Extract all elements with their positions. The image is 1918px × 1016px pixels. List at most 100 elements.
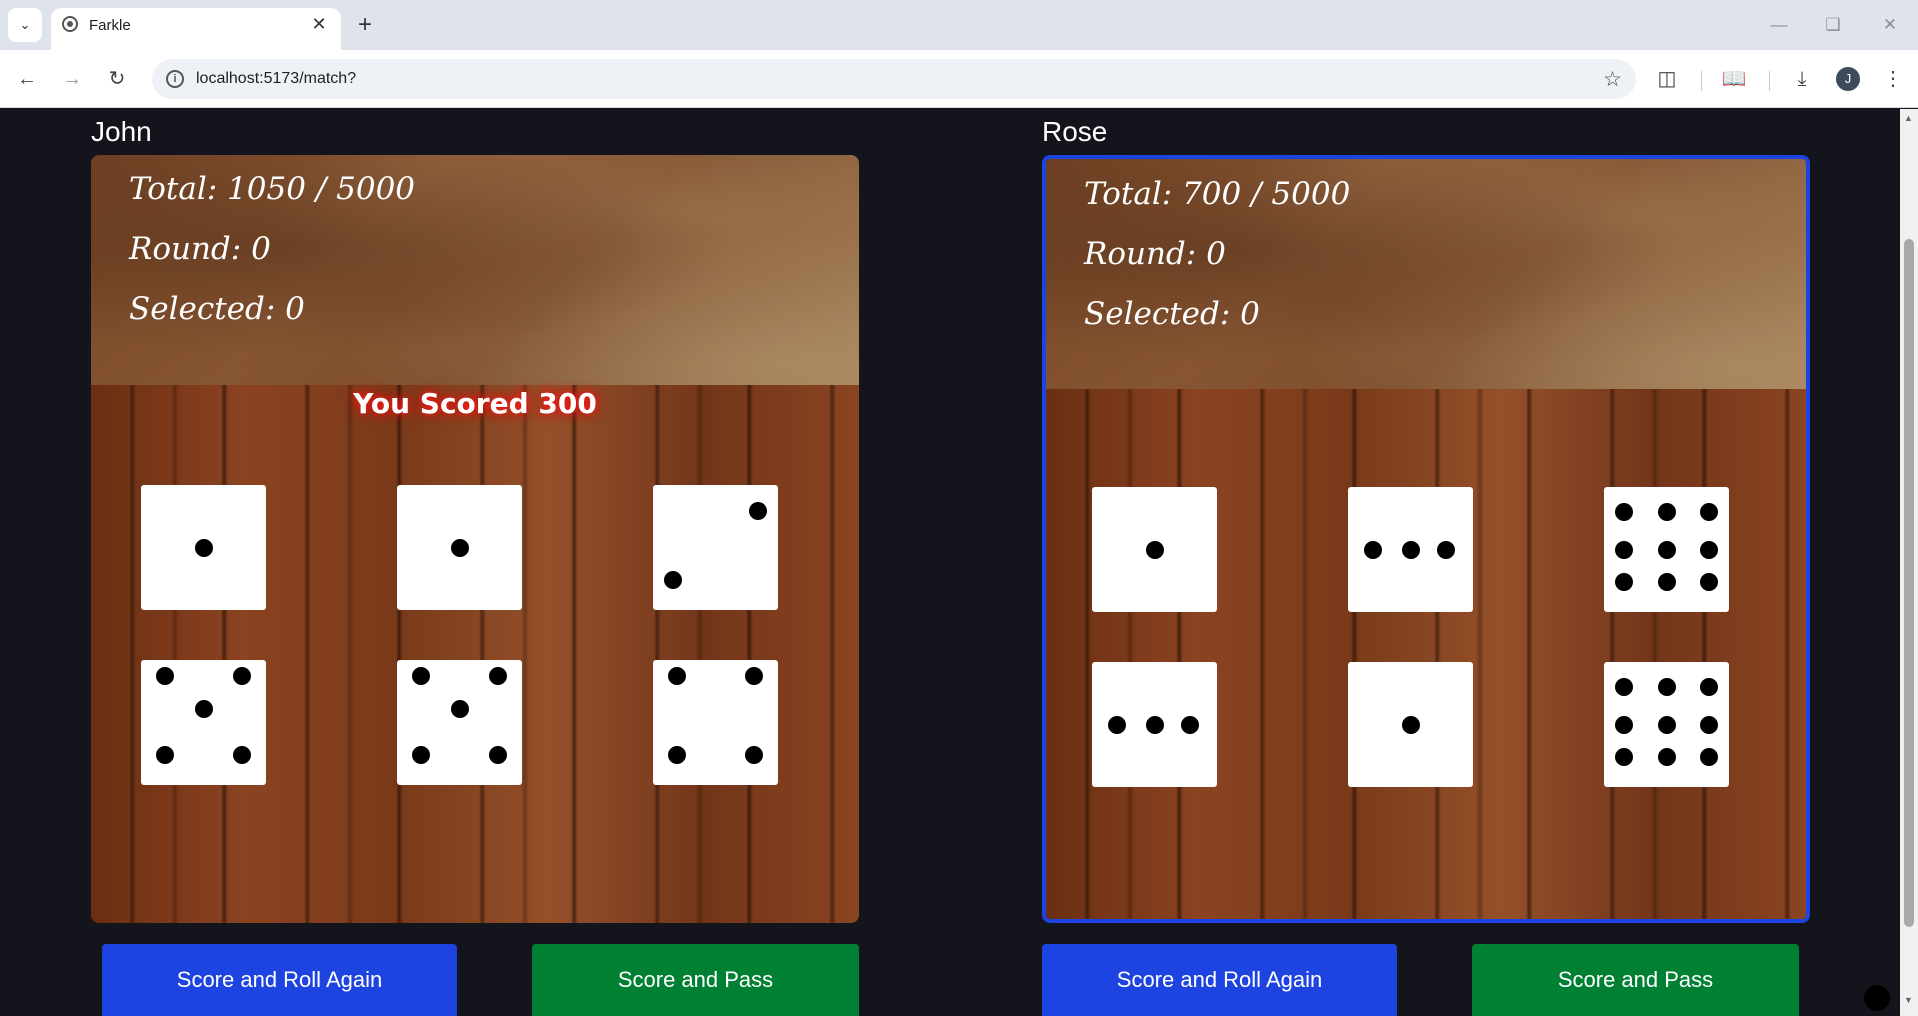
die-pip — [1364, 540, 1382, 559]
die-pip — [1657, 678, 1676, 696]
die-pip — [1436, 540, 1455, 559]
die-pip — [664, 571, 682, 589]
die-pip — [1657, 540, 1676, 559]
die[interactable] — [397, 660, 522, 785]
total-score: Total: 1050 / 5000 — [129, 171, 416, 207]
die-pip — [1401, 715, 1420, 734]
die-pip — [1657, 573, 1676, 591]
scroll-thumb[interactable] — [1904, 239, 1914, 927]
scroll-up-icon[interactable]: ▲ — [1904, 113, 1913, 123]
player-name-rose: Rose — [1042, 116, 1108, 147]
score-message: You Scored 300 — [353, 387, 597, 420]
tab-title: Farkle — [89, 17, 131, 34]
die-pip — [1615, 573, 1633, 591]
die-pip — [489, 667, 508, 686]
close-tab-icon[interactable]: ✕ — [308, 13, 330, 35]
die[interactable] — [1092, 487, 1217, 612]
score-and-pass-button[interactable]: Score and Pass — [1472, 944, 1799, 1016]
die-pip — [450, 538, 469, 557]
score-and-roll-again-button[interactable]: Score and Roll Again — [102, 944, 457, 1016]
chevron-down-icon: ⌄ — [19, 17, 31, 32]
die-pip — [1615, 503, 1633, 521]
die-pip — [1180, 715, 1199, 734]
die[interactable] — [1092, 662, 1217, 787]
die-pip — [1657, 715, 1676, 734]
player-board-john: Total: 1050 / 5000 Round: 0 Selected: 0 … — [91, 155, 859, 923]
new-tab-icon[interactable]: + — [352, 12, 378, 38]
reading-mode-icon[interactable]: 📖 — [1719, 64, 1749, 94]
extensions-icon[interactable]: ◫ — [1652, 64, 1682, 94]
die-pip — [667, 746, 686, 764]
browser-toolbar: ← → ↻ i localhost:5173/match? ☆ ◫ 📖 ⤓ ⋮ — [0, 50, 1918, 108]
restore-icon[interactable]: ❏ — [1820, 12, 1846, 38]
die-pip — [1401, 540, 1420, 559]
favicon-icon — [62, 16, 78, 32]
selected-score: Selected: 0 — [1084, 296, 1260, 332]
avatar[interactable]: J — [1836, 67, 1860, 91]
die-pip — [1145, 540, 1164, 559]
die-pip — [1700, 678, 1718, 696]
die-pip — [1615, 715, 1633, 734]
dice-tray — [1046, 389, 1806, 919]
die-pip — [1615, 748, 1633, 766]
die[interactable] — [1348, 487, 1473, 612]
total-score: Total: 700 / 5000 — [1084, 176, 1351, 212]
page-scrollbar[interactable]: ▲ ▼ — [1900, 109, 1918, 1016]
die-pip — [194, 699, 213, 718]
toolbar-divider — [1701, 71, 1702, 91]
tab-search-button[interactable]: ⌄ — [8, 8, 42, 42]
die[interactable] — [397, 485, 522, 610]
score-and-roll-again-button[interactable]: Score and Roll Again — [1042, 944, 1397, 1016]
reload-icon[interactable]: ↻ — [102, 64, 132, 94]
die-pip — [1700, 715, 1718, 734]
die[interactable] — [1348, 662, 1473, 787]
round-score: Round: 0 — [1084, 236, 1226, 272]
die-pip — [1145, 715, 1164, 734]
die[interactable] — [653, 485, 778, 610]
close-window-icon[interactable]: ✕ — [1877, 12, 1903, 38]
minimize-icon[interactable]: — — [1766, 12, 1792, 38]
url-text[interactable]: localhost:5173/match? — [196, 70, 356, 88]
scroll-down-icon[interactable]: ▼ — [1904, 995, 1913, 1005]
round-score: Round: 0 — [129, 231, 271, 267]
player-name-john: John — [91, 116, 152, 147]
browser-tab-bar: ⌄ Farkle ✕ + — ❏ ✕ — [0, 0, 1918, 50]
die-pip — [411, 746, 430, 764]
die-pip — [450, 699, 469, 718]
die-pip — [667, 667, 686, 686]
die-pip — [194, 538, 213, 557]
die[interactable] — [653, 660, 778, 785]
score-and-pass-button[interactable]: Score and Pass — [532, 944, 859, 1016]
menu-icon[interactable]: ⋮ — [1878, 64, 1908, 94]
die-pip — [155, 667, 174, 686]
die-pip — [155, 746, 174, 764]
toolbar-divider — [1769, 71, 1770, 91]
die[interactable] — [1604, 662, 1729, 787]
forward-icon[interactable]: → — [57, 64, 87, 94]
die-pip — [489, 746, 508, 764]
die-pip — [1108, 715, 1126, 734]
site-info-icon[interactable]: i — [166, 70, 184, 88]
die-pip — [745, 667, 764, 686]
die-pip — [1700, 748, 1718, 766]
die-pip — [745, 746, 764, 764]
die[interactable] — [141, 485, 266, 610]
die-pip — [1615, 678, 1633, 696]
die-pip — [1700, 573, 1718, 591]
die-pip — [1615, 540, 1633, 559]
die-pip — [1657, 503, 1676, 521]
bookmark-star-icon[interactable]: ☆ — [1603, 67, 1622, 92]
download-icon[interactable]: ⤓ — [1787, 64, 1817, 94]
address-bar[interactable]: i localhost:5173/match? ☆ — [152, 59, 1636, 99]
die-pip — [411, 667, 430, 686]
player-board-rose: Total: 700 / 5000 Round: 0 Selected: 0 — [1042, 155, 1810, 923]
die-pip — [749, 502, 767, 521]
die[interactable] — [1604, 487, 1729, 612]
die-pip — [1700, 503, 1718, 521]
dice-tray — [91, 385, 859, 923]
die-pip — [233, 746, 252, 764]
selected-score: Selected: 0 — [129, 291, 305, 327]
back-icon[interactable]: ← — [12, 64, 42, 94]
die[interactable] — [141, 660, 266, 785]
die-pip — [1700, 540, 1718, 559]
